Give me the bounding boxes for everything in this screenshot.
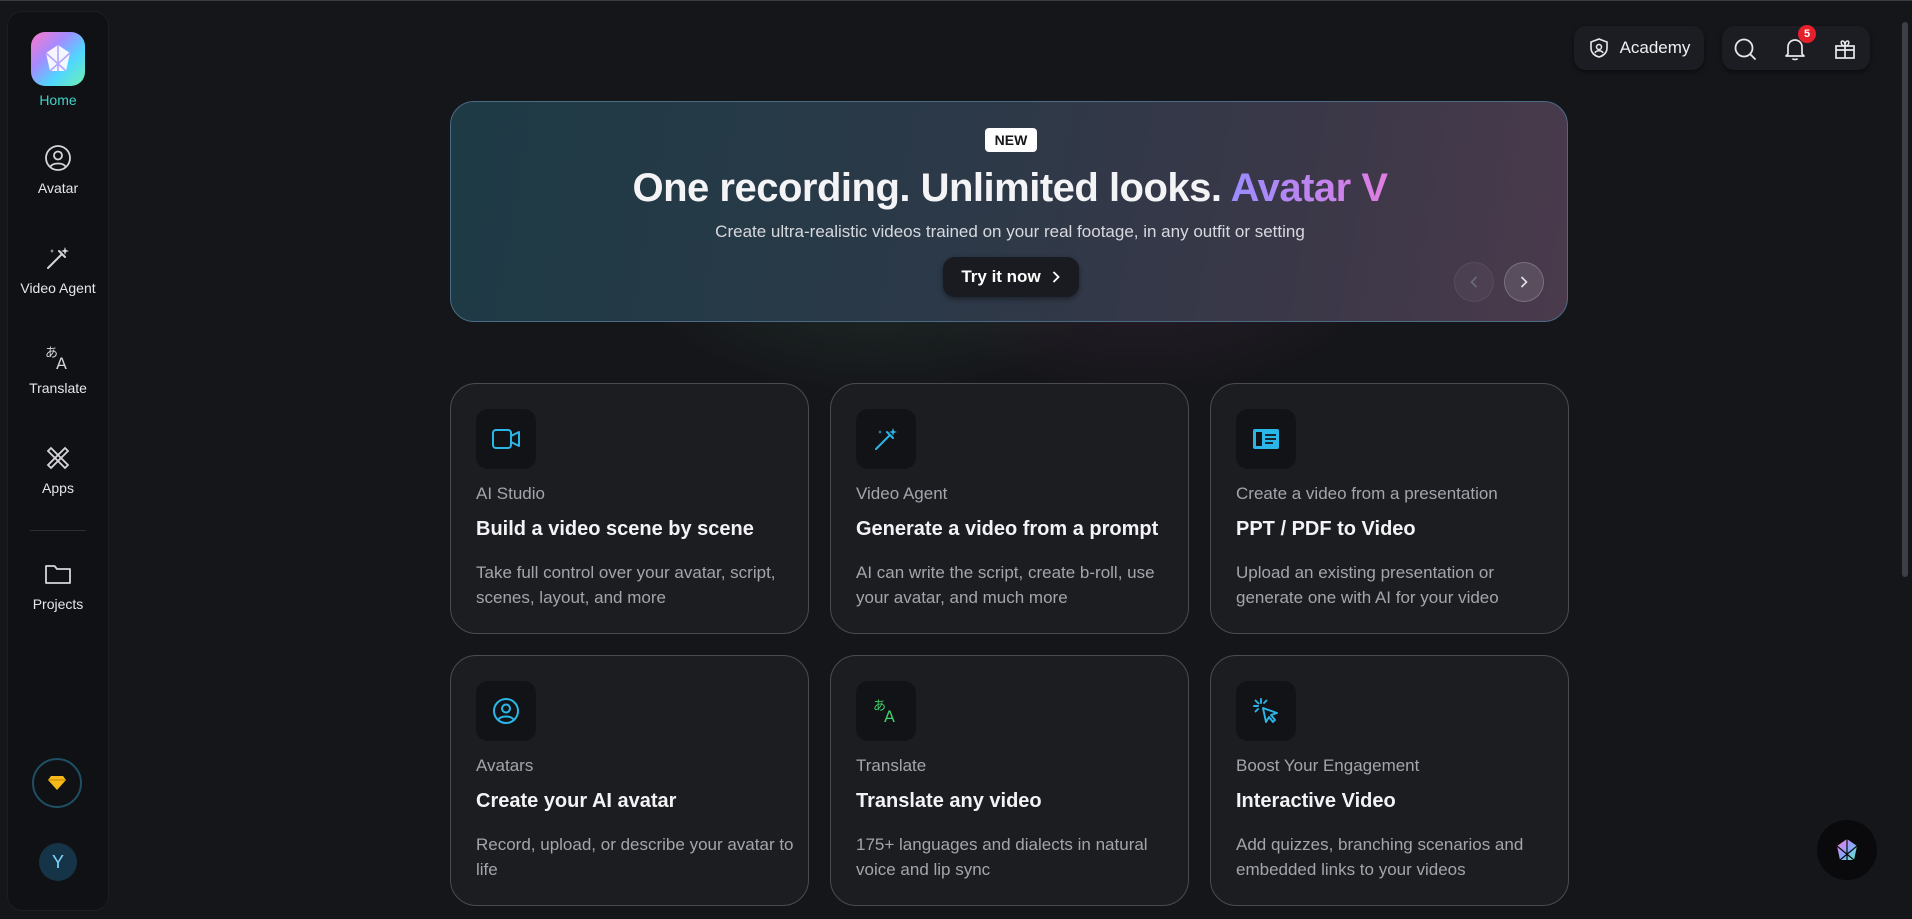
card-avatars[interactable]: Avatars Create your AI avatar Record, up… [450,655,809,906]
card-interactive-video[interactable]: Boost Your Engagement Interactive Video … [1210,655,1569,906]
sidebar-item-label: Projects [32,596,84,612]
card-kicker: Avatars [476,756,534,775]
magic-wand-icon [47,247,69,269]
sidebar-item-label: Apps [42,480,74,496]
banner-headline-text: One recording. Unlimited looks. [632,166,1223,210]
card-kicker: Video Agent [856,484,948,503]
new-badge: NEW [985,128,1037,152]
sidebar-divider [30,530,86,531]
card-ppt-pdf-to-video[interactable]: Create a video from a presentation PPT /… [1210,383,1569,634]
card-icon-wrapper [1236,409,1296,469]
card-icon-wrapper [856,409,916,469]
gift-icon [1835,40,1855,59]
assistant-fab-button[interactable] [1817,820,1877,880]
diamond-icon [48,776,66,790]
top-toolbar [1722,26,1870,70]
gift-button[interactable] [1832,36,1858,62]
academy-button[interactable]: Academy [1574,26,1704,70]
logo-mark-icon [45,45,71,72]
notification-count-badge: 5 [1798,25,1816,43]
try-it-now-button[interactable]: Try it now [943,257,1079,297]
card-ai-studio[interactable]: AI Studio Build a video scene by scene T… [450,383,809,634]
card-kicker: Boost Your Engagement [1236,756,1420,775]
presentation-icon [1253,429,1279,449]
card-description: Take full control over your avatar, scri… [476,563,776,607]
sidebar-item-translate[interactable]: あ A Translate [8,342,108,396]
card-description: Record, upload, or describe your avatar … [476,835,794,879]
video-camera-icon [492,429,520,449]
card-kicker: Translate [856,756,927,775]
page-scrollbar[interactable] [1902,22,1908,577]
card-description: AI can write the script, create b-roll, … [856,563,1155,607]
card-title: Create your AI avatar [476,790,677,812]
card-kicker: Create a video from a presentation [1236,484,1498,503]
cursor-click-icon [1253,698,1278,723]
card-icon-wrapper [476,409,536,469]
sidebar-item-video-agent[interactable]: Video Agent [8,242,108,296]
promo-banner: NEW One recording. Unlimited looks. Avat… [450,101,1568,322]
translate-icon: あ A [873,699,895,726]
apps-icon [46,446,70,470]
assistant-logo-icon [1836,839,1858,861]
sidebar-item-label: Video Agent [20,280,96,296]
avatar[interactable]: Y [39,843,77,881]
card-title: Translate any video [856,790,1042,812]
banner-subline: Create ultra-realistic videos trained on… [715,222,1305,241]
card-kicker: AI Studio [476,484,545,503]
card-description: Upload an existing presentation or gener… [1236,563,1499,607]
chevron-right-icon [1520,276,1528,288]
user-initial: Y [51,851,64,872]
banner-headline-accent: Avatar V [1230,166,1388,210]
card-video-agent[interactable]: Video Agent Generate a video from a prom… [830,383,1189,634]
academy-shield-icon [1589,38,1608,58]
upgrade-button[interactable] [32,758,82,808]
window-top-border [0,0,1912,1]
academy-label: Academy [1619,38,1691,57]
translate-icon: あ A [45,346,67,373]
sidebar-item-apps[interactable]: Apps [8,442,108,496]
svg-text:A: A [884,707,895,726]
sidebar-item-label: Avatar [37,180,79,196]
card-title: Build a video scene by scene [476,518,754,540]
sidebar-item-label: Translate [29,380,87,396]
card-icon-wrapper [476,681,536,741]
sidebar-item-avatar[interactable]: Avatar [8,142,108,196]
sidebar: Home Avatar Video Agent あ A Translate Ap… [8,12,108,910]
search-icon [1734,38,1756,60]
chevron-left-icon [1470,276,1478,288]
app-logo[interactable] [31,32,85,86]
chevron-right-icon [1052,271,1060,283]
folder-icon [45,565,71,584]
card-title: Generate a video from a prompt [856,518,1159,540]
card-icon-wrapper: あ A [856,681,916,741]
card-description: 175+ languages and dialects in natural v… [856,835,1148,879]
magic-wand-icon [875,428,897,450]
card-icon-wrapper [1236,681,1296,741]
svg-text:A: A [56,354,67,373]
carousel-prev-button[interactable] [1454,262,1494,302]
sidebar-item-projects[interactable]: Projects [8,558,108,612]
card-description: Add quizzes, branching scenarios and emb… [1236,835,1524,879]
carousel-next-button[interactable] [1504,262,1544,302]
search-button[interactable] [1732,36,1758,62]
try-it-now-label: Try it now [961,267,1041,286]
card-title: PPT / PDF to Video [1236,518,1416,540]
avatar-icon [493,698,519,724]
banner-headline: One recording. Unlimited looks. Avatar V [451,166,1567,211]
avatar-icon [45,145,71,171]
sidebar-item-home-label[interactable]: Home [8,92,108,108]
card-translate[interactable]: あ A Translate Translate any video 175+ l… [830,655,1189,906]
card-title: Interactive Video [1236,790,1396,812]
